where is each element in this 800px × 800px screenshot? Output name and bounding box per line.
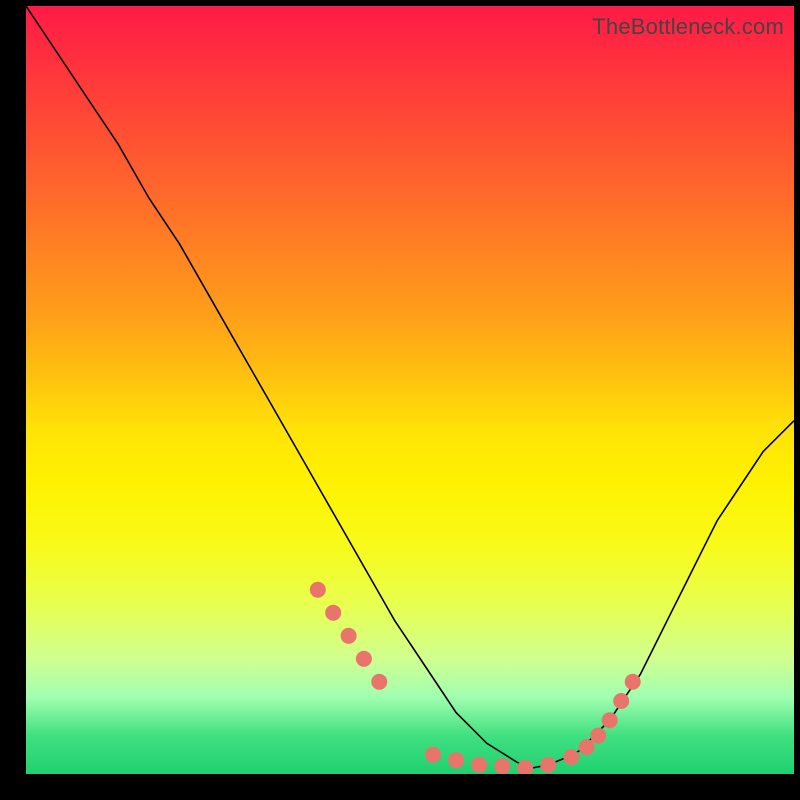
highlight-dot	[625, 674, 641, 690]
highlight-dot	[310, 582, 326, 598]
right-curve	[533, 421, 794, 768]
highlight-dot	[425, 747, 441, 763]
highlight-dot	[371, 674, 387, 690]
left-curve	[26, 6, 533, 768]
highlight-dot	[517, 760, 533, 774]
highlight-dot	[563, 749, 579, 765]
highlight-dot	[356, 651, 372, 667]
highlight-dots	[310, 582, 641, 774]
highlight-dot	[325, 605, 341, 621]
highlight-dot	[448, 752, 464, 768]
highlight-dot	[602, 712, 618, 728]
highlight-dot	[590, 728, 606, 744]
highlight-dot	[613, 693, 629, 709]
highlight-dot	[579, 739, 595, 755]
chart-container: TheBottleneck.com	[0, 0, 800, 800]
plot-area: TheBottleneck.com	[26, 6, 794, 774]
chart-svg	[26, 6, 794, 774]
highlight-dot	[494, 758, 510, 774]
highlight-dot	[341, 628, 357, 644]
highlight-dot	[540, 757, 556, 773]
highlight-dot	[471, 757, 487, 773]
